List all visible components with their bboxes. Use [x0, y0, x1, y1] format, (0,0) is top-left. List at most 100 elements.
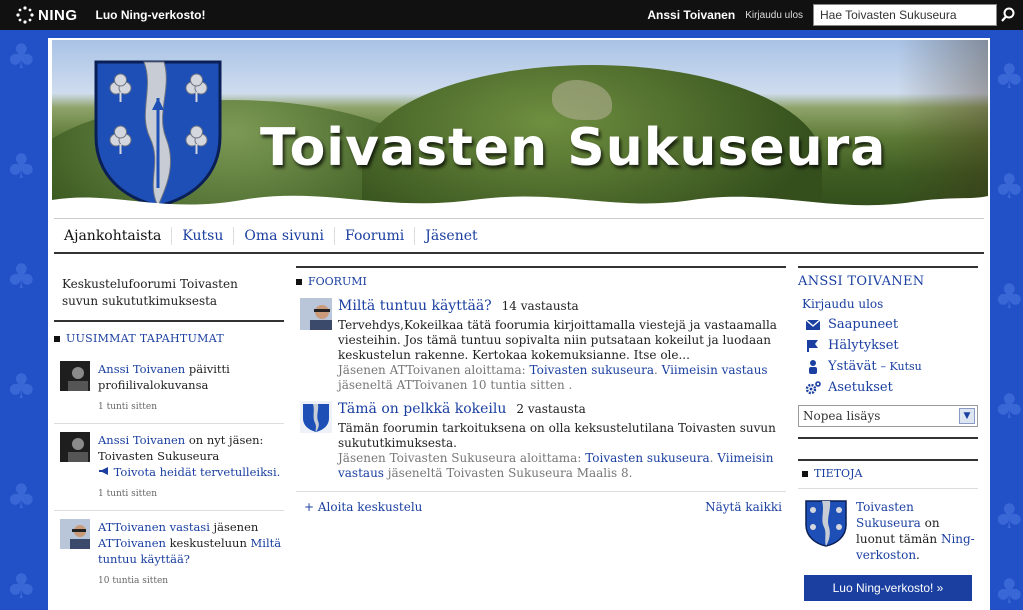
- topic-excerpt: Tämän foorumin tarkoituksena on olla kek…: [338, 421, 776, 450]
- topic-meta-sep: .: [654, 363, 662, 377]
- activity-actor-link[interactable]: ATToivanen: [98, 520, 166, 534]
- activity-item: Anssi Toivanen on nyt jäsen: Toivasten S…: [54, 424, 284, 511]
- about-text-end: .: [916, 548, 920, 562]
- site-title: Toivasten Sukuseura: [260, 118, 887, 178]
- latest-reply-link[interactable]: Viimeisin vastaus: [662, 363, 768, 377]
- site-description: Keskustelufoorumi Toivasten suvun sukutu…: [54, 266, 284, 322]
- forum-heading[interactable]: FOORUMI: [296, 266, 786, 298]
- search-icon: [1001, 7, 1015, 22]
- forum-footer: + Aloita keskustelu Näytä kaikki: [296, 491, 786, 514]
- reply-count: 14 vastausta: [501, 299, 579, 313]
- forum-column: FOORUMI Miltä tuntuu käyttää? 14 vastaus…: [296, 266, 786, 514]
- top-bar: NING Luo Ning-verkosto! Anssi Toivanen K…: [0, 0, 1023, 30]
- about-heading[interactable]: TIETOJA: [798, 459, 978, 489]
- show-all-link[interactable]: Näytä kaikki: [705, 500, 782, 514]
- alerts-label: Hälytykset: [828, 338, 899, 353]
- ning-logo[interactable]: NING: [16, 6, 78, 24]
- forum-topic: Miltä tuntuu käyttää? 14 vastausta Terve…: [296, 298, 786, 401]
- user-name-link[interactable]: Anssi Toivanen: [647, 8, 735, 22]
- activity-text: keskusteluun: [165, 536, 251, 550]
- forum-topic: Tämä on pelkkä kokeilu 2 vastausta Tämän…: [296, 401, 786, 489]
- activity-actor-link[interactable]: Anssi Toivanen: [98, 433, 185, 447]
- topic-title-link[interactable]: Tämä on pelkkä kokeilu: [338, 401, 506, 417]
- chevron-down-icon: ▼: [959, 408, 975, 424]
- flag-icon: [807, 339, 818, 352]
- search-button[interactable]: [997, 4, 1019, 26]
- left-column: Keskustelufoorumi Toivasten suvun sukutu…: [54, 266, 284, 597]
- friends-label: Ystävät: [828, 359, 877, 374]
- search-input[interactable]: Hae Toivasten Sukuseura: [813, 4, 997, 26]
- right-column: ANSSI TOIVANEN Kirjaudu ulos Saapuneet H…: [798, 266, 978, 601]
- bullet-square-icon: [54, 335, 60, 342]
- latest-events-heading[interactable]: UUSIMMAT TAPAHTUMAT: [54, 322, 284, 353]
- profile-block: ANSSI TOIVANEN Kirjaudu ulos Saapuneet H…: [798, 266, 978, 439]
- about-text: Toivasten Sukuseura on luonut tämän Ning…: [856, 499, 978, 563]
- activity-item: ATToivanen vastasi jäsenen ATToivanen ke…: [54, 511, 284, 597]
- quick-add-value: Nopea lisäys: [803, 409, 881, 423]
- reply-count: 2 vastausta: [516, 402, 586, 416]
- quick-add-select[interactable]: Nopea lisäys ▼: [798, 405, 978, 427]
- friends-link[interactable]: Ystävät – Kutsu: [804, 359, 978, 374]
- header-banner[interactable]: Toivasten Sukuseura: [52, 40, 988, 218]
- about-title: TIETOJA: [814, 467, 863, 480]
- topic-avatar[interactable]: [300, 401, 332, 433]
- activity-time: 1 tunti sitten: [98, 402, 158, 412]
- ning-logo-icon: [16, 6, 34, 24]
- activity-item: Anssi Toivanen päivitti profiilivalokuva…: [54, 353, 284, 424]
- avatar[interactable]: [60, 361, 90, 391]
- topic-meta: Jäsenen ATToivanen aloittama: Toivasten …: [338, 363, 786, 393]
- activity-text: jäsenen: [209, 520, 259, 534]
- person-icon: [809, 359, 817, 374]
- topic-meta-suffix: jäseneltä ATToivanen 10 tuntia sitten .: [338, 378, 573, 392]
- avatar[interactable]: [60, 432, 90, 462]
- avatar[interactable]: [60, 519, 90, 549]
- tab-jasenet[interactable]: Jäsenet: [415, 227, 487, 245]
- latest-events-title: UUSIMMAT TAPAHTUMAT: [66, 332, 224, 345]
- category-link[interactable]: Toivasten sukuseura: [585, 451, 709, 465]
- topic-meta: Jäsenen Toivasten Sukuseura aloittama: T…: [338, 451, 786, 481]
- category-link[interactable]: Toivasten sukuseura: [530, 363, 654, 377]
- friends-invite-link[interactable]: – Kutsu: [881, 360, 922, 373]
- create-network-link[interactable]: Luo Ning-verkosto!: [96, 8, 206, 22]
- megaphone-icon: [99, 467, 108, 475]
- tab-foorumi[interactable]: Foorumi: [335, 226, 416, 245]
- tab-ajankohtaista[interactable]: Ajankohtaista: [54, 226, 173, 245]
- activity-time: 10 tuntia sitten: [98, 576, 169, 586]
- topic-meta-suffix: jäseneltä Toivasten Sukuseura Maalis 8.: [383, 466, 633, 480]
- main-nav: Ajankohtaista Kutsu Oma sivuni Foorumi J…: [54, 218, 984, 254]
- page-container: Toivasten Sukuseura Ajankohtaista Kutsu …: [48, 38, 990, 610]
- logout-link[interactable]: Kirjaudu ulos: [745, 10, 803, 21]
- inbox-link[interactable]: Saapuneet: [804, 317, 978, 332]
- settings-link[interactable]: Asetukset: [804, 380, 978, 395]
- topic-meta-text: Jäsenen ATToivanen aloittama:: [338, 363, 530, 377]
- tab-oma-sivuni[interactable]: Oma sivuni: [234, 226, 335, 245]
- topic-avatar[interactable]: [300, 298, 332, 330]
- profile-logout-link[interactable]: Kirjaudu ulos: [802, 297, 978, 311]
- create-network-button[interactable]: Luo Ning-verkosto! »: [804, 575, 972, 601]
- start-discussion-link[interactable]: + Aloita keskustelu: [304, 500, 422, 514]
- topic-excerpt: Tervehdys,Kokeilkaa tätä foorumia kirjoi…: [338, 318, 777, 362]
- tab-kutsu[interactable]: Kutsu: [172, 226, 235, 245]
- inbox-label: Saapuneet: [828, 317, 899, 332]
- bullet-square-icon: [802, 470, 808, 477]
- welcome-link[interactable]: Toivota heidät tervetulleiksi.: [98, 464, 284, 480]
- envelope-icon: [806, 319, 820, 330]
- activity-time: 1 tunti sitten: [98, 489, 158, 499]
- coat-of-arms-icon[interactable]: [804, 499, 848, 547]
- profile-name-link[interactable]: ANSSI TOIVANEN: [798, 274, 978, 289]
- about-block: Toivasten Sukuseura on luonut tämän Ning…: [798, 489, 978, 563]
- forum-title: FOORUMI: [308, 275, 367, 288]
- banner-wave: [52, 195, 988, 218]
- ning-logo-text: NING: [38, 6, 78, 24]
- activity-reply-link[interactable]: vastasi: [170, 520, 210, 534]
- divider: [798, 437, 978, 439]
- gear-icon: [805, 380, 821, 394]
- welcome-link-text: Toivota heidät tervetulleiksi.: [113, 465, 281, 479]
- topic-title-link[interactable]: Miltä tuntuu käyttää?: [338, 298, 492, 314]
- network-link[interactable]: Toivasten Sukuseura: [856, 500, 921, 530]
- topic-meta-text: Jäsenen Toivasten Sukuseura aloittama:: [338, 451, 586, 465]
- alerts-link[interactable]: Hälytykset: [804, 338, 978, 353]
- bullet-square-icon: [296, 278, 302, 285]
- activity-member-link[interactable]: ATToivanen: [98, 536, 166, 550]
- activity-actor-link[interactable]: Anssi Toivanen: [98, 362, 185, 376]
